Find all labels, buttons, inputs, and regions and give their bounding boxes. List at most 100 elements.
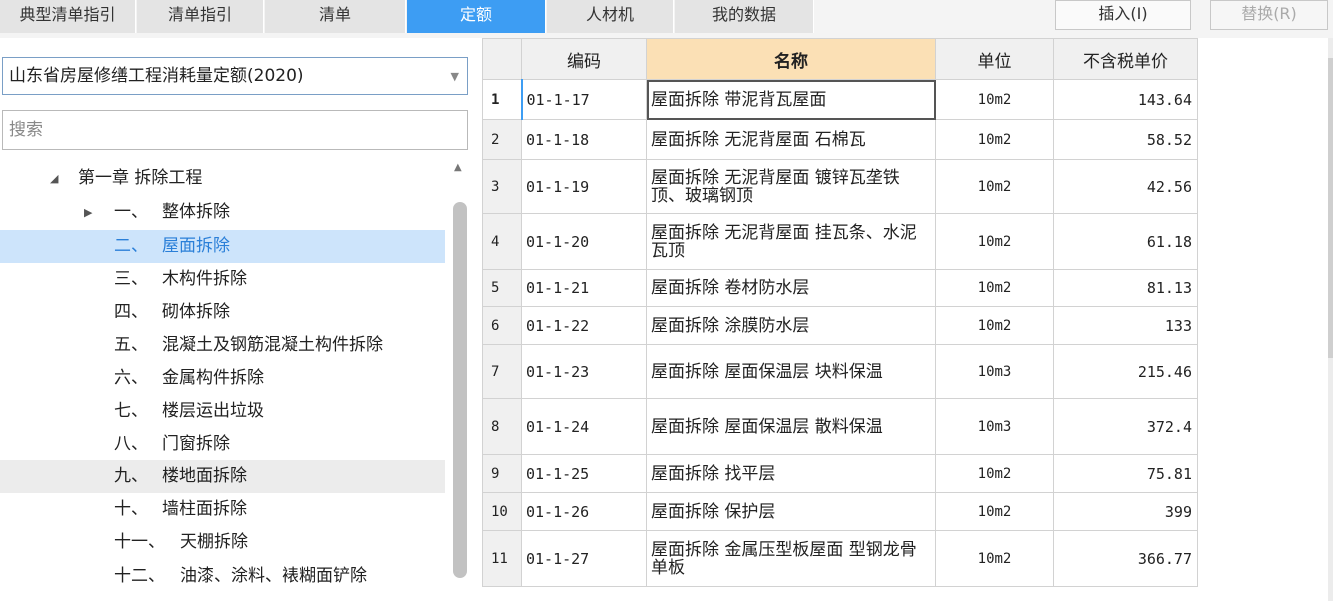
- tree-item[interactable]: 十、 墙柱面拆除: [0, 493, 445, 526]
- tab-typical-bill-guide[interactable]: 典型清单指引: [0, 0, 136, 33]
- cell-name[interactable]: 屋面拆除 卷材防水层: [646, 269, 936, 307]
- tree-item[interactable]: 九、 楼地面拆除: [0, 460, 445, 493]
- tab-my-data[interactable]: 我的数据: [675, 0, 814, 33]
- scroll-up-icon[interactable]: ▲: [454, 162, 462, 173]
- cell-name[interactable]: 屋面拆除 金属压型板屋面 型钢龙骨 单板: [646, 530, 936, 587]
- table-row[interactable]: 10 01-1-26 屋面拆除 保护层 10m2 399: [482, 492, 1198, 531]
- cell-price[interactable]: 399: [1053, 492, 1198, 531]
- tree-item[interactable]: 四、 砌体拆除: [0, 296, 445, 329]
- cell-unit[interactable]: 10m2: [935, 306, 1054, 345]
- header-price[interactable]: 不含税单价: [1053, 38, 1198, 80]
- table-row[interactable]: 2 01-1-18 屋面拆除 无泥背屋面 石棉瓦 10m2 58.52: [482, 119, 1198, 160]
- insert-button[interactable]: 插入(I): [1055, 0, 1191, 30]
- tree-item[interactable]: 二、 屋面拆除: [0, 230, 445, 263]
- expand-triangle-icon[interactable]: ▶: [84, 196, 92, 229]
- row-index: 6: [482, 306, 522, 345]
- collapse-triangle-icon[interactable]: ◢: [50, 162, 58, 195]
- cell-code[interactable]: 01-1-27: [521, 530, 647, 587]
- tree-item-number: 四、: [114, 302, 148, 322]
- row-index: 2: [482, 119, 522, 160]
- table-scrollbar[interactable]: [1328, 38, 1333, 601]
- table-row[interactable]: 1 01-1-17 屋面拆除 带泥背瓦屋面 10m2 143.64: [482, 79, 1198, 120]
- cell-code[interactable]: 01-1-23: [521, 344, 647, 399]
- cell-name[interactable]: 屋面拆除 找平层: [646, 454, 936, 493]
- cell-name[interactable]: 屋面拆除 无泥背屋面 镀锌瓦垄铁顶、玻璃钢顶: [646, 159, 936, 214]
- cell-code[interactable]: 01-1-22: [521, 306, 647, 345]
- tree-item-label: 金属构件拆除: [162, 368, 264, 388]
- cell-price[interactable]: 81.13: [1053, 269, 1198, 307]
- table-row[interactable]: 6 01-1-22 屋面拆除 涂膜防水层 10m2 133: [482, 306, 1198, 345]
- tree-item-number: 九、: [114, 466, 148, 486]
- cell-name[interactable]: 屋面拆除 保护层: [646, 492, 936, 531]
- tree-item[interactable]: 八、 门窗拆除: [0, 428, 445, 461]
- cell-unit[interactable]: 10m3: [935, 344, 1054, 399]
- cell-price[interactable]: 133: [1053, 306, 1198, 345]
- cell-price[interactable]: 143.64: [1053, 79, 1198, 120]
- header-code[interactable]: 编码: [521, 38, 647, 80]
- table-row[interactable]: 7 01-1-23 屋面拆除 屋面保温层 块料保温 10m3 215.46: [482, 344, 1198, 399]
- cell-code[interactable]: 01-1-24: [521, 398, 647, 455]
- cell-code[interactable]: 01-1-17: [521, 79, 647, 120]
- tree-item[interactable]: 五、 混凝土及钢筋混凝土构件拆除: [0, 329, 445, 362]
- tab-quota[interactable]: 定额: [407, 0, 546, 33]
- tree-item-number: 十一、: [114, 532, 165, 552]
- cell-unit[interactable]: 10m2: [935, 213, 1054, 270]
- cell-name[interactable]: 屋面拆除 无泥背屋面 石棉瓦: [646, 119, 936, 160]
- cell-unit[interactable]: 10m2: [935, 454, 1054, 493]
- cell-unit[interactable]: 10m2: [935, 530, 1054, 587]
- top-tab-bar: 典型清单指引 清单指引 清单 定额 人材机 我的数据 插入(I) 替换(R): [0, 0, 1333, 38]
- search-input[interactable]: 搜索: [2, 110, 468, 150]
- cell-unit[interactable]: 10m3: [935, 398, 1054, 455]
- table-row[interactable]: 9 01-1-25 屋面拆除 找平层 10m2 75.81: [482, 454, 1198, 493]
- cell-code[interactable]: 01-1-26: [521, 492, 647, 531]
- row-index: 11: [482, 530, 522, 587]
- tab-bill[interactable]: 清单: [265, 0, 406, 33]
- cell-code[interactable]: 01-1-25: [521, 454, 647, 493]
- table-header-row: 编码 名称 单位 不含税单价: [482, 38, 1198, 80]
- tree-item[interactable]: ▶ 一、 整体拆除: [0, 196, 445, 229]
- tree-item[interactable]: 六、 金属构件拆除: [0, 362, 445, 395]
- table-scrollbar-thumb[interactable]: [1328, 58, 1333, 358]
- cell-unit[interactable]: 10m2: [935, 269, 1054, 307]
- tab-labor-material-machine[interactable]: 人材机: [547, 0, 674, 33]
- cell-name[interactable]: 屋面拆除 屋面保温层 块料保温: [646, 344, 936, 399]
- cell-unit[interactable]: 10m2: [935, 79, 1054, 120]
- table-row[interactable]: 5 01-1-21 屋面拆除 卷材防水层 10m2 81.13: [482, 269, 1198, 307]
- tree-scrollbar-thumb[interactable]: [453, 202, 467, 578]
- cell-price[interactable]: 58.52: [1053, 119, 1198, 160]
- tree-item-number: 八、: [114, 434, 148, 454]
- tab-bill-guide[interactable]: 清单指引: [137, 0, 264, 33]
- tree-item[interactable]: 七、 楼层运出垃圾: [0, 395, 445, 428]
- tree-item[interactable]: 十一、 天棚拆除: [0, 526, 445, 559]
- cell-unit[interactable]: 10m2: [935, 492, 1054, 531]
- tree-chapter[interactable]: ◢ 第一章 拆除工程: [0, 162, 445, 195]
- table-row[interactable]: 3 01-1-19 屋面拆除 无泥背屋面 镀锌瓦垄铁顶、玻璃钢顶 10m2 42…: [482, 159, 1198, 214]
- cell-price[interactable]: 42.56: [1053, 159, 1198, 214]
- table-row[interactable]: 8 01-1-24 屋面拆除 屋面保温层 散料保温 10m3 372.4: [482, 398, 1198, 455]
- replace-button[interactable]: 替换(R): [1210, 0, 1328, 30]
- cell-code[interactable]: 01-1-21: [521, 269, 647, 307]
- cell-price[interactable]: 215.46: [1053, 344, 1198, 399]
- tree-item[interactable]: 十二、 油漆、涂料、裱糊面铲除: [0, 560, 445, 593]
- cell-name[interactable]: 屋面拆除 涂膜防水层: [646, 306, 936, 345]
- cell-price[interactable]: 366.77: [1053, 530, 1198, 587]
- cell-price[interactable]: 61.18: [1053, 213, 1198, 270]
- cell-unit[interactable]: 10m2: [935, 119, 1054, 160]
- tree-item[interactable]: 三、 木构件拆除: [0, 263, 445, 296]
- tree-scrollbar[interactable]: ▲: [451, 160, 468, 601]
- cell-unit[interactable]: 10m2: [935, 159, 1054, 214]
- cell-code[interactable]: 01-1-19: [521, 159, 647, 214]
- cell-price[interactable]: 75.81: [1053, 454, 1198, 493]
- tree-item-label: 砌体拆除: [162, 302, 230, 322]
- header-unit[interactable]: 单位: [935, 38, 1054, 80]
- cell-name[interactable]: 屋面拆除 屋面保温层 散料保温: [646, 398, 936, 455]
- table-row[interactable]: 4 01-1-20 屋面拆除 无泥背屋面 挂瓦条、水泥瓦顶 10m2 61.18: [482, 213, 1198, 270]
- cell-name[interactable]: 屋面拆除 带泥背瓦屋面: [646, 79, 936, 120]
- cell-price[interactable]: 372.4: [1053, 398, 1198, 455]
- library-select[interactable]: 山东省房屋修缮工程消耗量定额(2020) ▼: [2, 57, 468, 95]
- cell-code[interactable]: 01-1-20: [521, 213, 647, 270]
- cell-code[interactable]: 01-1-18: [521, 119, 647, 160]
- header-name[interactable]: 名称: [646, 38, 936, 80]
- table-row[interactable]: 11 01-1-27 屋面拆除 金属压型板屋面 型钢龙骨 单板 10m2 366…: [482, 530, 1198, 587]
- cell-name[interactable]: 屋面拆除 无泥背屋面 挂瓦条、水泥瓦顶: [646, 213, 936, 270]
